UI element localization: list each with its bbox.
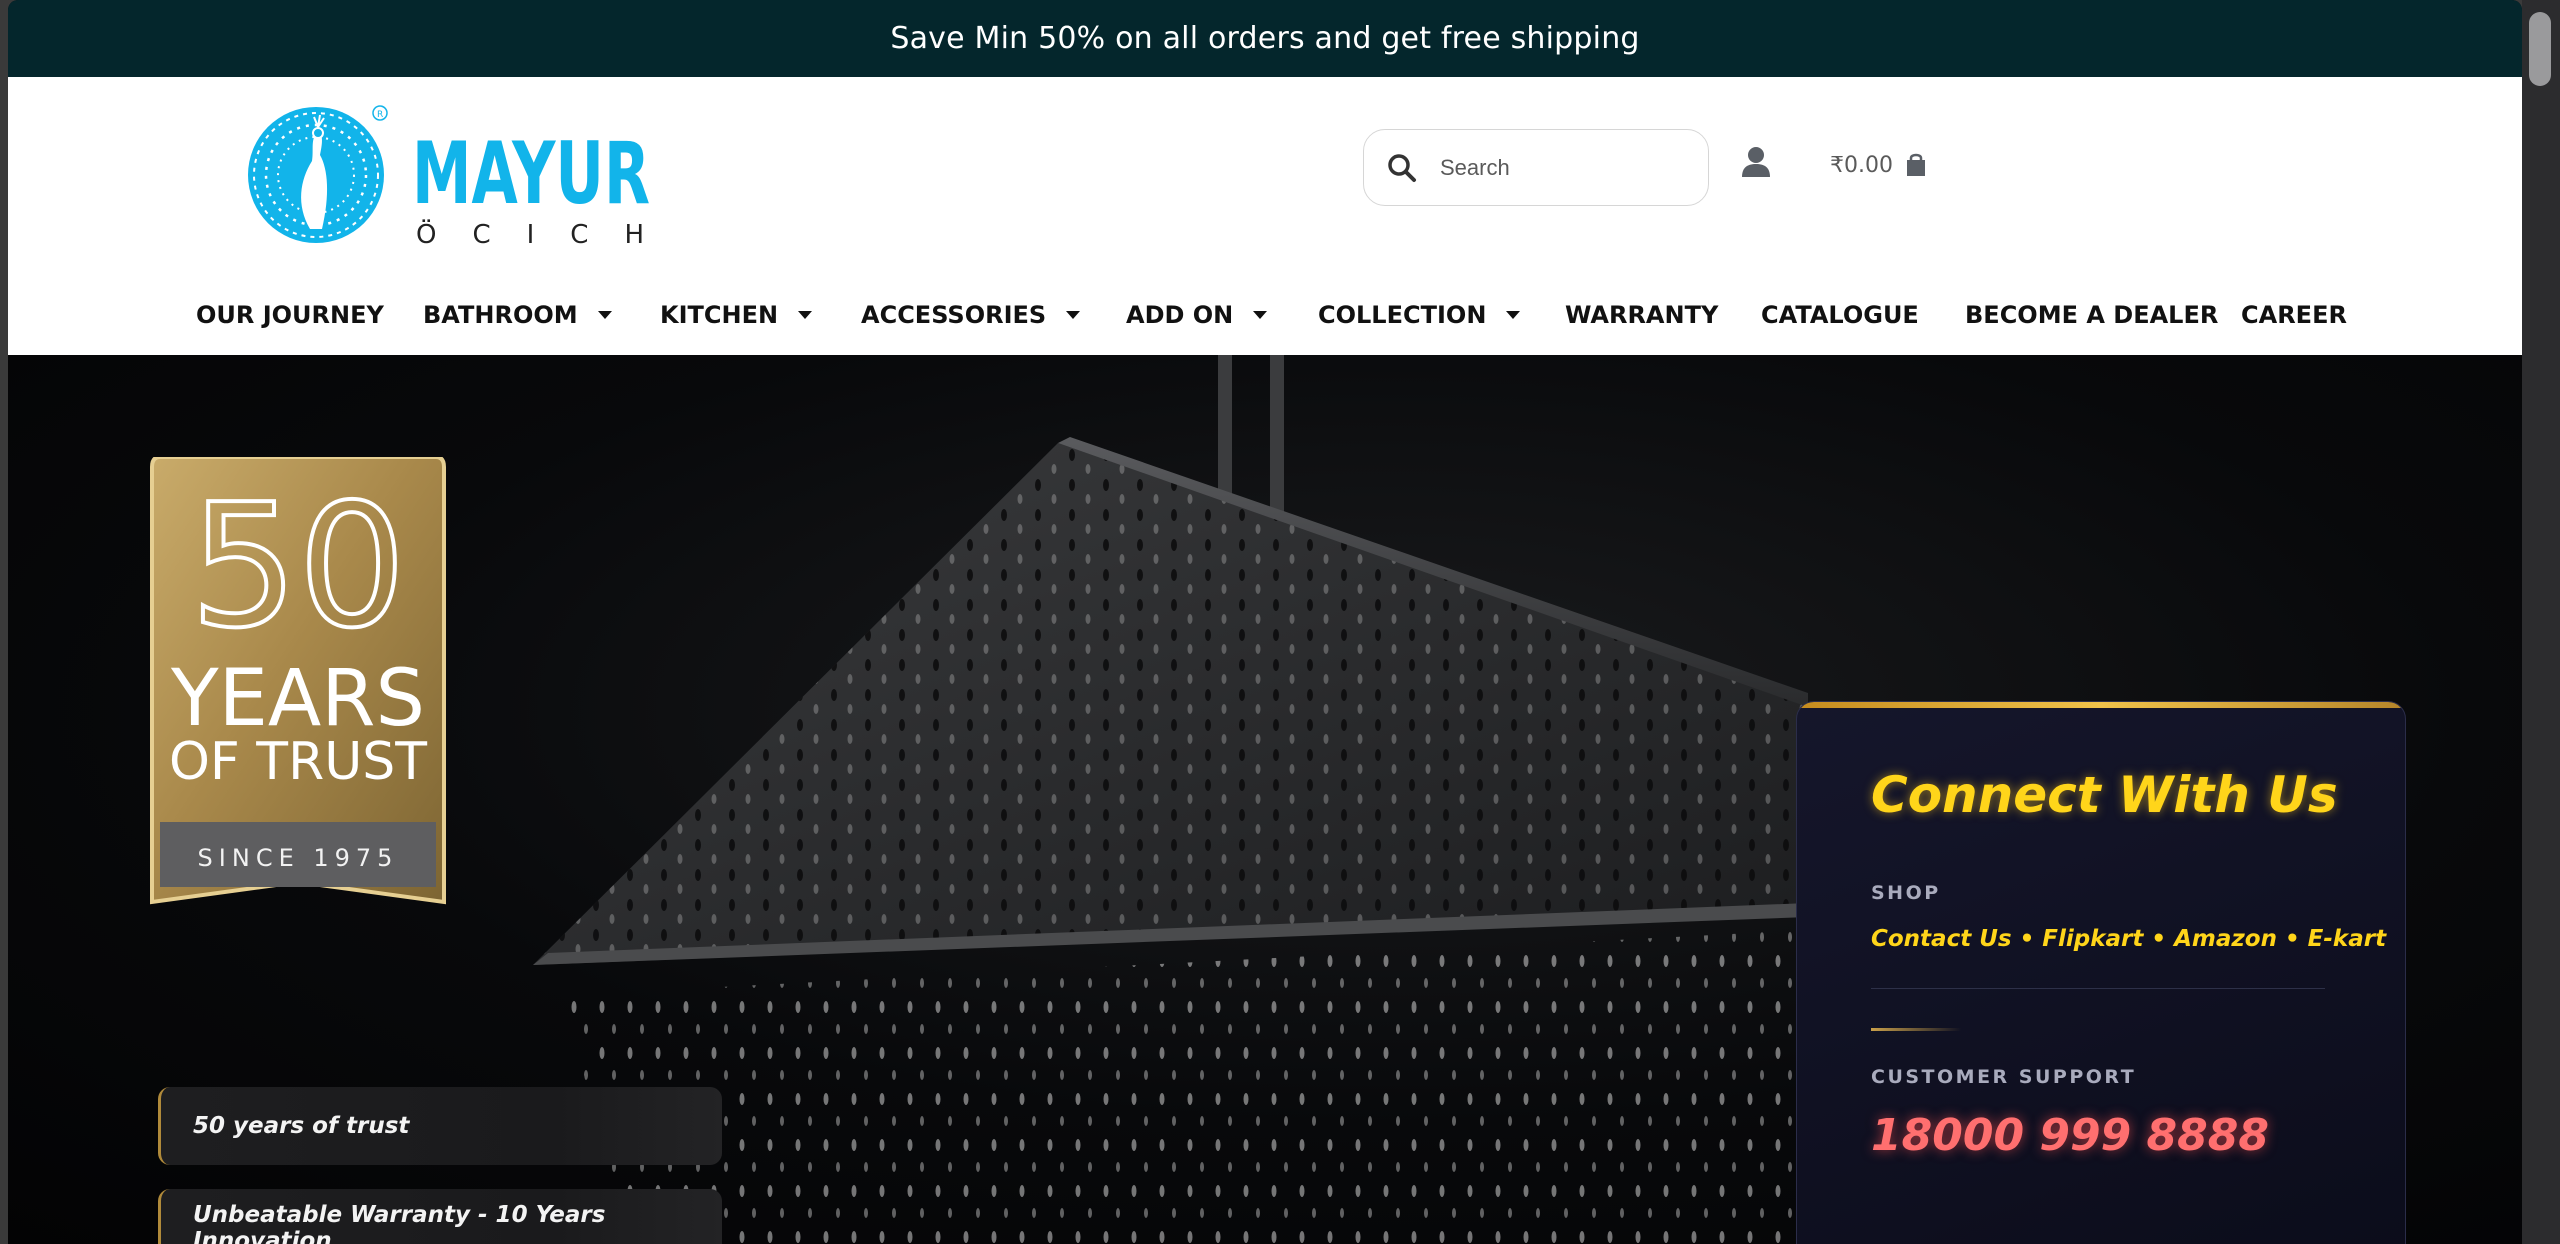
scrollbar-thumb[interactable] [2529,12,2551,86]
peacock-logo-icon: R MAYUR Ö C I C H [248,105,650,250]
nav-collection[interactable]: COLLECTION [1318,287,1521,343]
nav-career[interactable]: CAREER [2241,287,2347,343]
search-box[interactable] [1363,129,1709,206]
nav-become-a-dealer[interactable]: BECOME A DEALER [1965,287,2218,343]
nav-warranty[interactable]: WARRANTY [1565,287,1718,343]
caret-down-icon [1066,311,1081,319]
nav-accessories[interactable]: ACCESSORIES [861,287,1081,343]
browser-viewport: Save Min 50% on all orders and get free … [8,0,2522,1244]
badge-years: YEARS [170,654,425,744]
cart-button[interactable]: ₹0.00 [1830,152,1927,178]
site-header: R MAYUR Ö C I C H ₹0.00 OUR JOURNEY BATH… [8,77,2522,355]
user-icon[interactable] [1736,143,1776,183]
search-icon[interactable] [1364,129,1440,206]
caret-down-icon [597,311,612,319]
badge-number: 50 [190,468,406,666]
caret-down-icon [1506,311,1521,319]
nav-catalogue[interactable]: CATALOGUE [1761,287,1919,343]
nav-add-on[interactable]: ADD ON [1126,287,1268,343]
support-label: CUSTOMER SUPPORT [1871,1066,2137,1088]
brand-tagline: Ö C I C H [416,218,644,250]
connect-title: Connect With Us [1871,766,2338,824]
caret-down-icon [798,311,813,319]
badge-since: SINCE 1975 [198,844,399,872]
brand-name: MAYUR [412,124,650,224]
svg-text:R: R [377,110,383,120]
shop-links[interactable]: Contact Us • Flipkart • Amazon • E-kart [1871,926,2386,952]
announcement-bar: Save Min 50% on all orders and get free … [8,0,2522,77]
hero-banner: 50 YEARS OF TRUST SINCE 1975 50 years of… [8,355,2522,1244]
feature-item: Unbeatable Warranty - 10 Years Innovatio… [158,1189,722,1244]
cart-amount: ₹0.00 [1830,152,1893,178]
caret-down-icon [1253,311,1268,319]
feature-item: 50 years of trust [158,1087,722,1165]
announcement-text: Save Min 50% on all orders and get free … [890,21,1640,56]
connect-panel: Connect With Us SHOP Contact Us • Flipka… [1796,701,2406,1244]
fifty-years-badge: 50 YEARS OF TRUST SINCE 1975 [148,455,448,917]
shop-label: SHOP [1871,882,1941,904]
support-phone[interactable]: 18000 999 8888 [1871,1110,2269,1161]
page-scrollbar[interactable] [2522,0,2560,1244]
shopping-bag-icon [1906,153,1925,176]
brand-logo[interactable]: R MAYUR Ö C I C H [240,93,660,253]
main-navigation: OUR JOURNEY BATHROOM KITCHEN ACCESSORIES… [8,287,2522,343]
nav-kitchen[interactable]: KITCHEN [660,287,813,343]
search-input[interactable] [1440,154,1670,181]
nav-our-journey[interactable]: OUR JOURNEY [196,287,384,343]
badge-of-trust: OF TRUST [169,732,427,792]
nav-bathroom[interactable]: BATHROOM [423,287,612,343]
